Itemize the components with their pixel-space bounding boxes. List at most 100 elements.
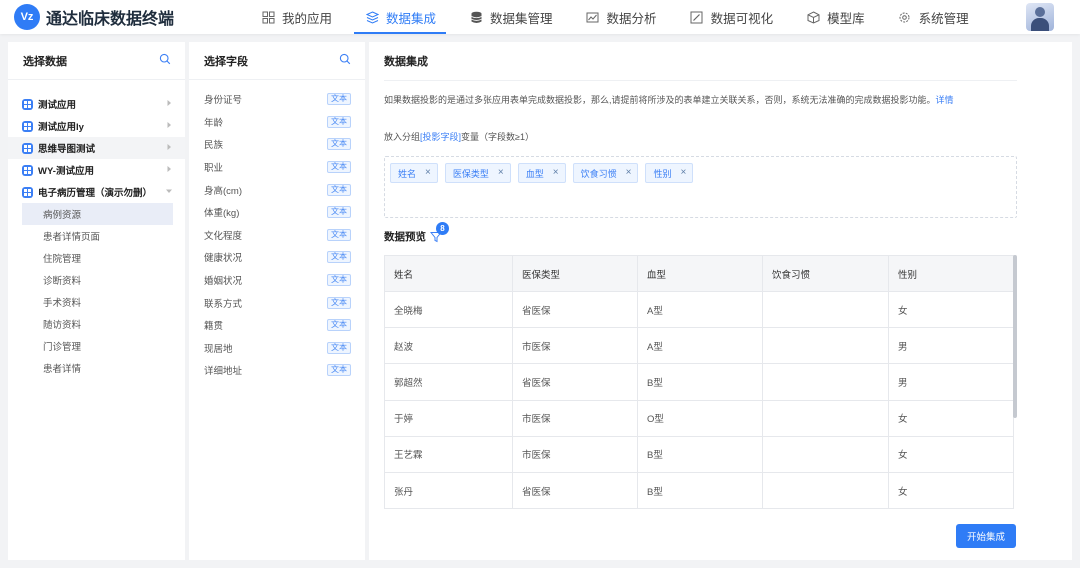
close-icon[interactable]: ×: [425, 168, 431, 178]
table-cell: A型: [637, 290, 763, 329]
nav-my-apps[interactable]: 我的应用: [250, 0, 342, 34]
chip-label: 性别: [653, 168, 672, 179]
tree-sub-item[interactable]: 随访资料: [22, 313, 173, 335]
column-header[interactable]: 医保类型: [512, 255, 638, 292]
table-cell: O型: [637, 399, 763, 437]
close-icon[interactable]: ×: [498, 168, 504, 178]
table-cell: 赵波: [384, 327, 513, 365]
type-tag: 文本: [327, 228, 351, 241]
main-nav: 我的应用 数据集成 数据集管理 数据分析 数据可视化 模型库 系统管理: [250, 0, 991, 34]
type-tag: 文本: [327, 93, 351, 106]
chevron-right-icon[interactable]: [165, 165, 173, 176]
field-chip[interactable]: 医保类型 ×: [444, 163, 511, 183]
tree-sub-item[interactable]: 诊断资料: [22, 269, 173, 291]
description: 如果数据投影的是通过多张应用表单完成数据投影，那么,请提前将所涉及的表单建立关联…: [384, 93, 954, 106]
nav-system-management[interactable]: 系统管理: [887, 0, 979, 34]
field-item[interactable]: 文化程度 文本: [189, 224, 365, 247]
table-cell: 省医保: [512, 363, 638, 401]
start-integration-button[interactable]: 开始集成: [956, 524, 1016, 548]
details-link[interactable]: 详情: [936, 95, 954, 105]
chart-image-icon: [585, 9, 601, 25]
type-tag: 文本: [327, 364, 351, 377]
table-cell: 女: [888, 435, 1014, 473]
search-icon[interactable]: [159, 53, 171, 68]
table-scrollbar[interactable]: [1013, 255, 1017, 418]
panel-header: 数据集成: [369, 42, 1072, 80]
close-icon[interactable]: ×: [680, 168, 686, 178]
field-item[interactable]: 籍贯 文本: [189, 314, 365, 337]
tree-app-item[interactable]: 思维导图测试: [8, 137, 185, 159]
chevron-right-icon[interactable]: [165, 121, 173, 132]
field-item[interactable]: 婚姻状况 文本: [189, 269, 365, 292]
table-cell: [762, 471, 889, 510]
tree-app-item-expanded[interactable]: 电子病历管理（演示勿删）: [8, 181, 185, 203]
select-field-panel: 选择字段 身份证号 文本 年龄 文本 民族 文本 职业 文本 身高(cm) 文本 体重(k…: [189, 42, 365, 560]
search-icon[interactable]: [339, 53, 351, 68]
type-tag: 文本: [327, 296, 351, 309]
table-cell: 男: [888, 327, 1014, 365]
chevron-down-icon[interactable]: [165, 187, 173, 198]
field-label: 婚姻状况: [204, 276, 243, 288]
tree-sub-item[interactable]: 住院管理: [22, 247, 173, 269]
user-avatar[interactable]: [1026, 3, 1054, 31]
field-item[interactable]: 联系方式 文本: [189, 291, 365, 314]
column-header[interactable]: 饮食习惯: [762, 255, 889, 292]
close-icon[interactable]: ×: [553, 168, 559, 178]
field-label: 民族: [204, 140, 224, 152]
panel-header: 选择数据: [8, 42, 185, 80]
table-cell: 女: [888, 290, 1014, 329]
field-chip[interactable]: 饮食习惯 ×: [572, 163, 639, 183]
table-cell: A型: [637, 327, 763, 365]
field-chip[interactable]: 性别 ×: [645, 163, 694, 183]
nav-label: 我的应用: [282, 11, 333, 26]
field-item[interactable]: 体重(kg) 文本: [189, 201, 365, 224]
nav-data-visualization[interactable]: 数据可视化: [679, 0, 784, 34]
field-item[interactable]: 健康状况 文本: [189, 246, 365, 269]
tree-app-item[interactable]: 测试应用ly: [8, 115, 185, 137]
panel-title: 选择字段: [204, 55, 248, 68]
app-tree: 测试应用 测试应用ly 思维导图测试 WY-测试应用 电子病历管理（演示勿删） …: [8, 80, 185, 379]
logo[interactable]: Vz 通达临床数据终端: [14, 4, 174, 30]
tree-sub-item[interactable]: 患者详情: [22, 357, 173, 379]
table-cell: 男: [888, 363, 1014, 401]
chevron-right-icon[interactable]: [165, 99, 173, 110]
field-chip[interactable]: 姓名 ×: [390, 163, 438, 183]
filter-button[interactable]: 8: [429, 221, 449, 245]
column-header[interactable]: 血型: [637, 255, 763, 292]
table-row: 于婷 市医保 O型 女: [384, 399, 1014, 437]
tree-sub-item[interactable]: 病例资源: [22, 203, 173, 225]
field-dropzone[interactable]: 姓名 × 医保类型 × 血型 × 饮食习惯 × 性别 ×: [384, 156, 1017, 218]
column-header[interactable]: 姓名: [384, 255, 513, 292]
nav-data-analysis[interactable]: 数据分析: [575, 0, 667, 34]
app-grid-icon: [22, 120, 33, 132]
table-cell: B型: [637, 435, 763, 473]
field-item[interactable]: 现居地 文本: [189, 337, 365, 360]
tree-app-item[interactable]: 测试应用: [8, 93, 185, 115]
field-item[interactable]: 身高(cm) 文本: [189, 178, 365, 201]
projection-field-link[interactable]: [投影字段]: [420, 132, 461, 142]
nav-dataset-management[interactable]: 数据集管理: [458, 0, 563, 34]
close-icon[interactable]: ×: [626, 168, 632, 178]
app-label: 测试应用: [38, 100, 77, 111]
field-item[interactable]: 职业 文本: [189, 156, 365, 179]
table-cell: B型: [637, 471, 763, 510]
nav-model-library[interactable]: 模型库: [795, 0, 875, 34]
tree-sub-item[interactable]: 手术资料: [22, 291, 173, 313]
tree-sub-item[interactable]: 患者详情页面: [22, 225, 173, 247]
tree-sub-item[interactable]: 门诊管理: [22, 335, 173, 357]
table-header-row: 姓名 医保类型 血型 饮食习惯 性别: [384, 255, 1014, 292]
field-item[interactable]: 身份证号 文本: [189, 88, 365, 111]
field-label: 文化程度: [204, 230, 243, 242]
tree-app-item[interactable]: WY-测试应用: [8, 159, 185, 181]
chevron-right-icon[interactable]: [165, 143, 173, 154]
field-item[interactable]: 年龄 文本: [189, 111, 365, 134]
column-header[interactable]: 性别: [888, 255, 1014, 292]
table-cell: 女: [888, 471, 1014, 510]
field-item[interactable]: 民族 文本: [189, 133, 365, 156]
field-chip[interactable]: 血型 ×: [517, 163, 566, 183]
field-item[interactable]: 详细地址 文本: [189, 359, 365, 382]
type-tag: 文本: [327, 274, 351, 287]
field-label: 健康状况: [204, 253, 243, 265]
nav-data-integration[interactable]: 数据集成: [354, 0, 447, 34]
field-label: 现居地: [204, 343, 233, 355]
